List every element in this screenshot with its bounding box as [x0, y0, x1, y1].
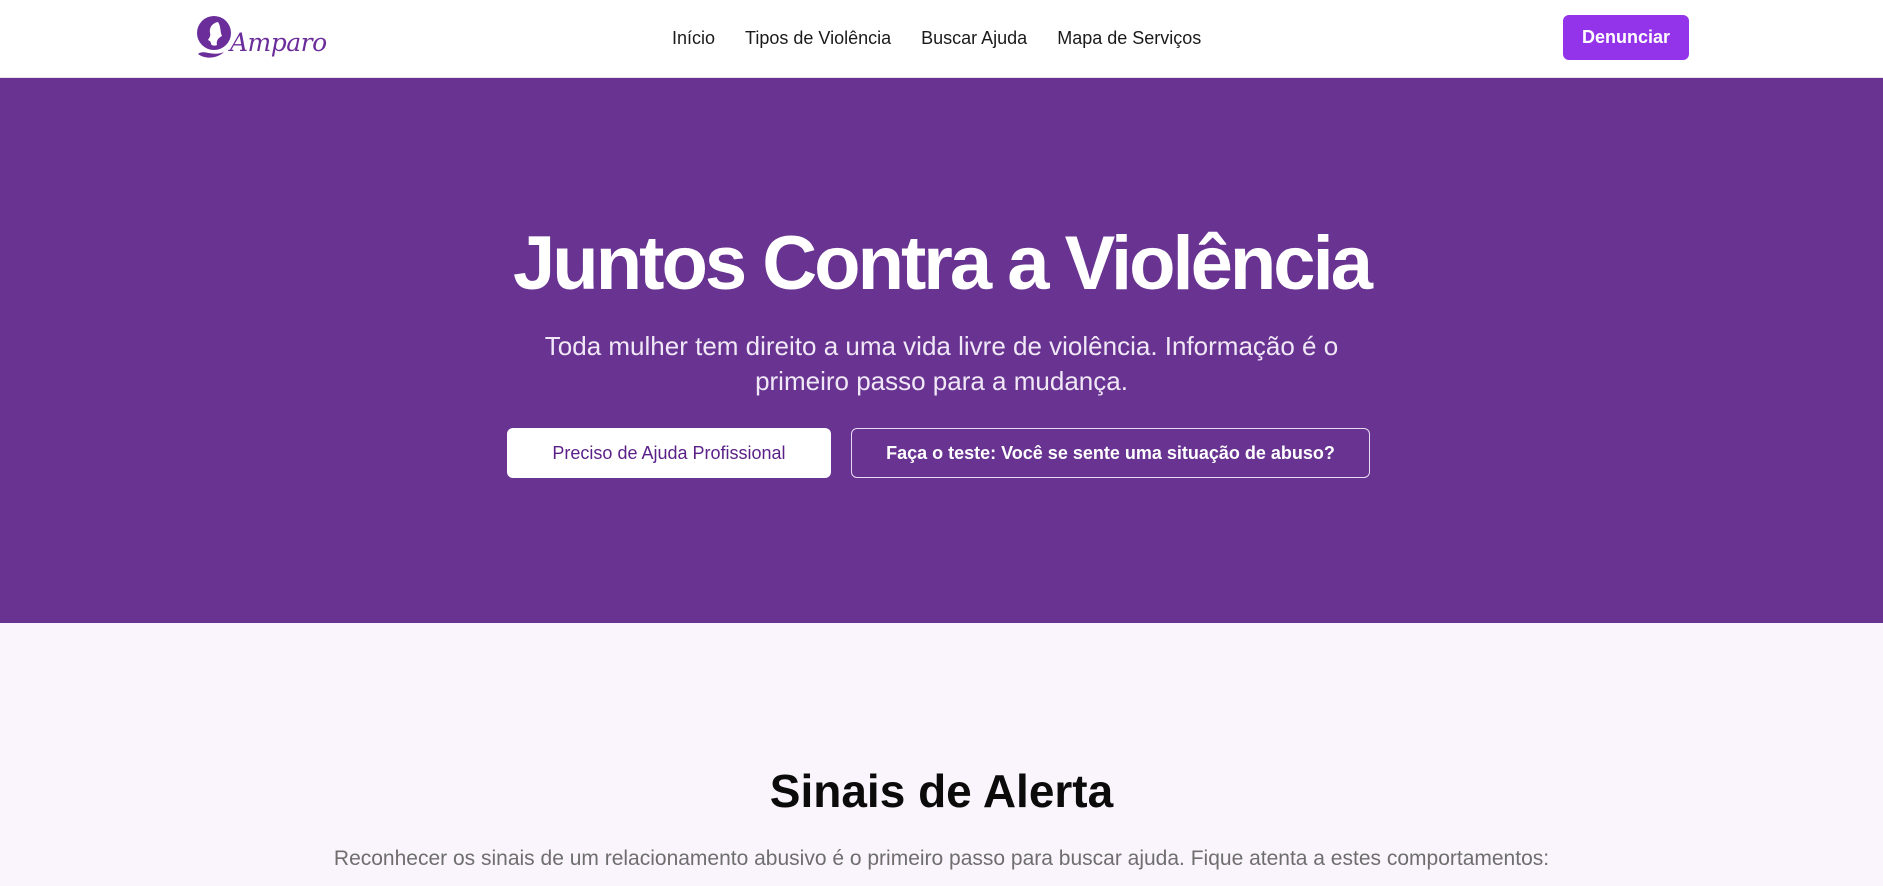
hero-subtitle: Toda mulher tem direito a uma vida livre…	[0, 329, 1883, 399]
hero-section: Juntos Contra a Violência Toda mulher te…	[0, 78, 1883, 623]
hero-title: Juntos Contra a Violência	[513, 221, 1373, 306]
woman-profile-icon	[197, 16, 231, 58]
hero-subtitle-line-1: Toda mulher tem direito a uma vida livre…	[544, 331, 1339, 361]
nav-link-inicio[interactable]: Início	[672, 26, 715, 50]
hero-subtitle-line-2: primeiro passo para a mudança.	[755, 366, 1128, 396]
top-navbar: Amparo Início Tipos de Violência Buscar …	[0, 0, 1883, 78]
brand-logo[interactable]: Amparo	[196, 14, 327, 60]
nav-link-buscar-ajuda[interactable]: Buscar Ajuda	[921, 26, 1027, 50]
report-button[interactable]: Denunciar	[1563, 15, 1689, 60]
professional-help-button[interactable]: Preciso de Ajuda Profissional	[507, 428, 831, 478]
warning-signs-description: Reconhecer os sinais de um relacionament…	[333, 847, 1550, 870]
nav-link-mapa-de-servicos[interactable]: Mapa de Serviços	[1057, 26, 1201, 50]
nav-link-tipos-de-violencia[interactable]: Tipos de Violência	[745, 26, 891, 50]
warning-signs-title: Sinais de Alerta	[769, 765, 1114, 817]
abuse-test-button[interactable]: Faça o teste: Você se sente uma situação…	[851, 428, 1370, 478]
warning-signs-section: Sinais de Alerta Reconhecer os sinais de…	[0, 623, 1883, 886]
main-nav: Início Tipos de Violência Buscar Ajuda M…	[672, 26, 1231, 50]
brand-name: Amparo	[230, 27, 327, 57]
